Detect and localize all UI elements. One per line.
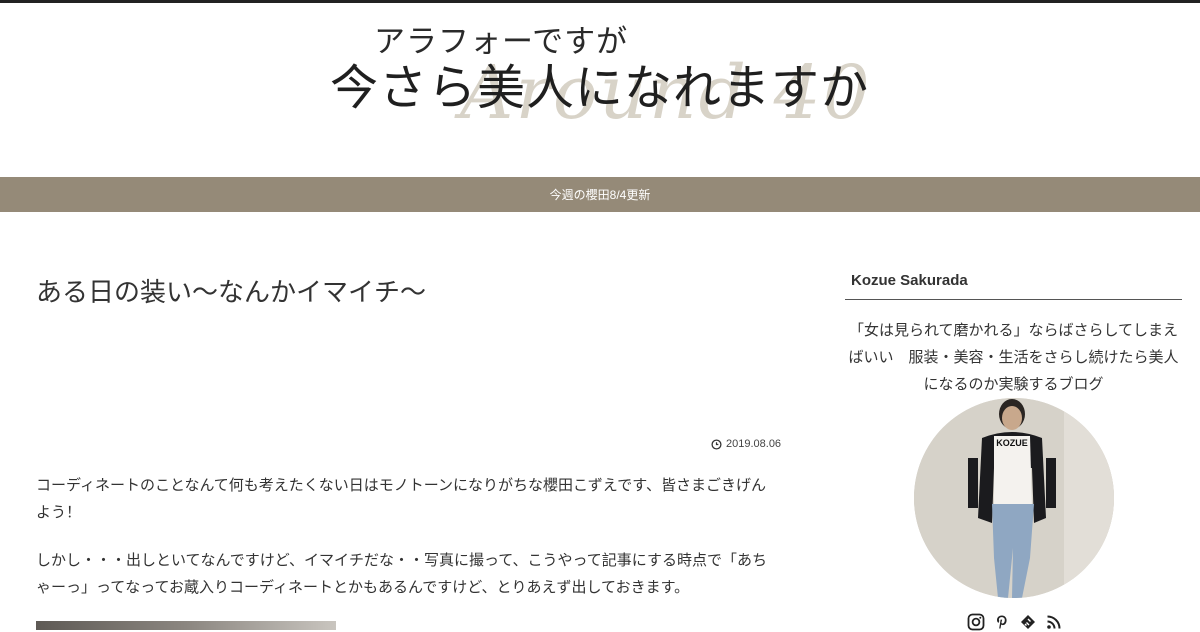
sidebar-profile-title: Kozue Sakurada (845, 264, 1182, 300)
article-title: ある日の装い〜なんかイマイチ〜 (36, 277, 427, 307)
avatar: KOZUE (914, 398, 1114, 598)
social-links (966, 612, 1064, 632)
nav-bar: 今週の櫻田8/4更新 (0, 177, 1200, 212)
article-image (36, 621, 336, 630)
feedly-icon[interactable] (1018, 612, 1038, 632)
article-paragraph: しかし・・・出しといてなんですけど、イマイチだな・・写真に撮って、こうやって記事… (36, 552, 767, 596)
instagram-icon[interactable] (966, 612, 986, 632)
clock-icon (711, 438, 722, 450)
site-logo[interactable]: Around 40 アラフォーですが 今さら美人になれますか (320, 10, 890, 140)
avatar-photo: KOZUE (914, 398, 1114, 598)
profile-description: 「女は見られて磨かれる」ならばさらしてしまえばいい 服装・美容・生活をさらし続け… (848, 322, 1179, 393)
post-date-text: 2019.08.06 (726, 438, 782, 450)
article-paragraph: コーディネートのことなんて何も考えたくない日はモノトーンになりがちな櫻田こずえで… (36, 477, 767, 521)
pinterest-icon[interactable] (992, 612, 1012, 632)
top-border (0, 0, 1200, 3)
logo-title: 今さら美人になれますか (330, 60, 870, 116)
nav-item-weekly-update[interactable]: 今週の櫻田8/4更新 (550, 186, 651, 203)
post-date: 2019.08.06 (711, 438, 781, 450)
rss-icon[interactable] (1044, 612, 1064, 632)
avatar-shirt-text: KOZUE (996, 438, 1028, 448)
